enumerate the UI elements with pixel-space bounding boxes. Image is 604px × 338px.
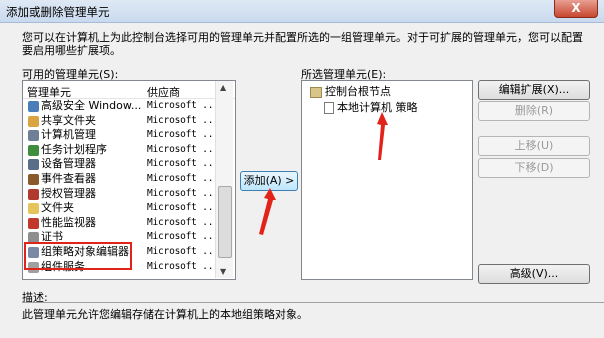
arrow-to-add-button [259,188,276,235]
annotation-arrows [259,112,388,235]
arrow-to-local-policy [377,112,388,160]
